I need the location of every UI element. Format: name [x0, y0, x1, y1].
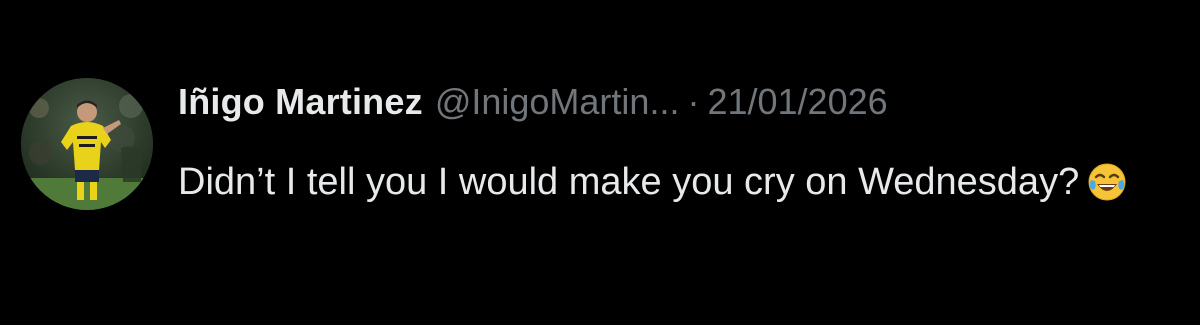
tweet-body: Didn’t I tell you I would make you cry o…	[178, 154, 1127, 210]
face-with-tears-of-joy-icon	[1087, 162, 1127, 202]
author-handle[interactable]: @InigoMartin...	[435, 76, 680, 128]
header-separator: ·	[687, 81, 700, 122]
tweet[interactable]: Iñigo Martinez @InigoMartin... · 21/01/2…	[0, 0, 1200, 325]
author-name[interactable]: Iñigo Martinez	[178, 76, 423, 128]
tweet-header: Iñigo Martinez @InigoMartin... · 21/01/2…	[178, 76, 888, 128]
avatar[interactable]	[21, 78, 153, 210]
tweet-date[interactable]: 21/01/2026	[707, 76, 887, 128]
tweet-text: Didn’t I tell you I would make you cry o…	[178, 161, 1080, 203]
avatar-photo	[21, 78, 153, 210]
